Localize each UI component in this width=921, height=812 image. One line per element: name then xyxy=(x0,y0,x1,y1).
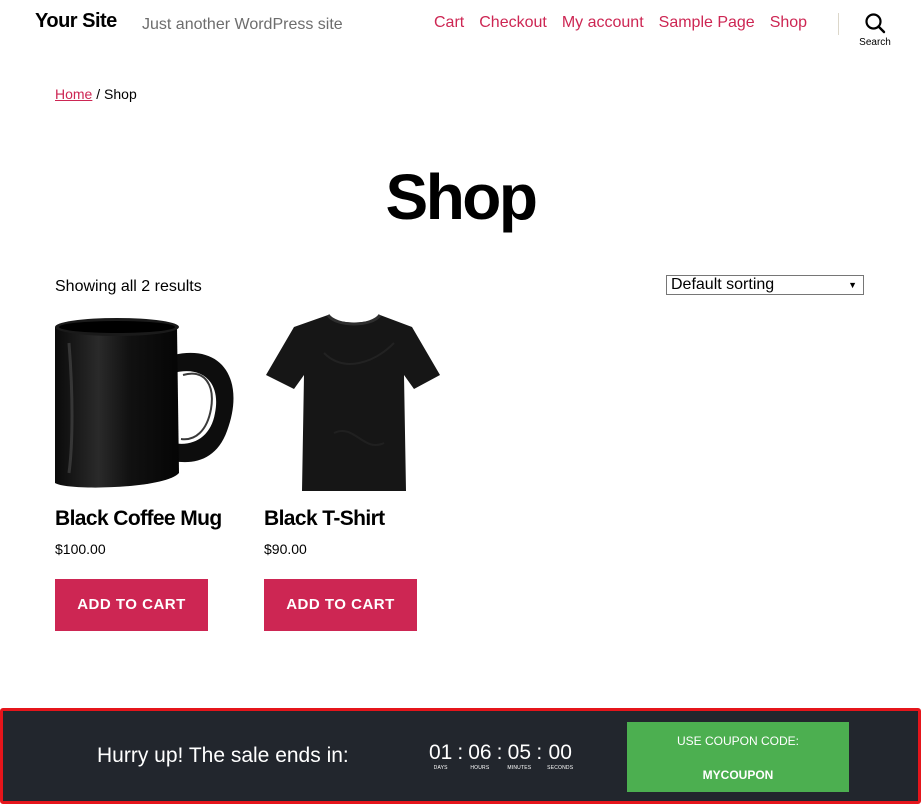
breadcrumb-separator: / xyxy=(92,86,105,102)
countdown-hours: 06 HOURS xyxy=(468,741,492,772)
coupon-code: MYCOUPON xyxy=(702,768,774,782)
result-count: Showing all 2 results xyxy=(55,278,202,295)
nav-item-sample-page[interactable]: Sample Page xyxy=(659,14,755,32)
product-title[interactable]: Black Coffee Mug xyxy=(55,507,222,531)
countdown-separator: : xyxy=(536,741,543,764)
breadcrumb-home-link[interactable]: Home xyxy=(55,86,92,102)
product-price: $100.00 xyxy=(55,541,106,557)
mug-icon xyxy=(55,318,234,488)
countdown-minutes-label: MINUTES xyxy=(507,765,532,771)
sale-message: Hurry up! The sale ends in: xyxy=(97,744,349,767)
coupon-code-button[interactable]: USE COUPON CODE: MYCOUPON xyxy=(627,722,849,792)
countdown-seconds-label: SECONDS xyxy=(547,765,574,771)
countdown-separator: : xyxy=(457,741,464,764)
countdown-separator: : xyxy=(496,741,503,764)
product-price: $90.00 xyxy=(264,541,307,557)
sale-countdown-bar: Hurry up! The sale ends in: 01 DAYS : 06… xyxy=(0,708,921,804)
countdown-seconds-value: 00 xyxy=(548,741,572,764)
breadcrumb: Home / Shop xyxy=(55,86,137,102)
site-tagline: Just another WordPress site xyxy=(142,16,343,33)
page-title: Shop xyxy=(385,161,538,233)
countdown-timer: 01 DAYS : 06 HOURS : 05 MINUTES : 00 SEC… xyxy=(429,741,574,772)
countdown-days-value: 01 xyxy=(429,741,453,764)
nav-item-cart[interactable]: Cart xyxy=(434,14,464,32)
dropdown-arrow-icon: ▼ xyxy=(848,280,857,290)
nav-divider xyxy=(838,13,839,35)
mug-image[interactable] xyxy=(55,313,235,493)
tshirt-image[interactable] xyxy=(264,313,444,493)
countdown-seconds: 00 SECONDS xyxy=(547,741,574,772)
nav-item-shop[interactable]: Shop xyxy=(770,14,807,32)
add-to-cart-button[interactable]: ADD TO CART xyxy=(55,579,208,631)
sort-selected-value: Default sorting xyxy=(671,276,775,293)
countdown-days: 01 DAYS xyxy=(429,741,453,772)
breadcrumb-current: Shop xyxy=(104,86,137,102)
tshirt-icon xyxy=(266,313,440,491)
countdown-minutes: 05 MINUTES xyxy=(507,741,532,772)
primary-nav: Cart Checkout My account Sample Page Sho… xyxy=(434,14,807,32)
add-to-cart-button[interactable]: ADD TO CART xyxy=(264,579,417,631)
nav-item-checkout[interactable]: Checkout xyxy=(479,14,547,32)
countdown-minutes-value: 05 xyxy=(507,741,532,764)
search-icon xyxy=(865,13,886,34)
site-title-link[interactable]: Your Site xyxy=(35,10,117,33)
product-card: Black Coffee Mug $100.00 ADD TO CART xyxy=(55,313,235,631)
search-label: Search xyxy=(859,37,891,48)
product-card: Black T-Shirt $90.00 ADD TO CART xyxy=(264,313,444,631)
sort-select[interactable]: Default sorting ▼ xyxy=(666,275,864,295)
countdown-hours-value: 06 xyxy=(468,741,492,764)
countdown-hours-label: HOURS xyxy=(470,765,490,771)
search-toggle-button[interactable]: Search xyxy=(855,12,895,48)
nav-item-my-account[interactable]: My account xyxy=(562,14,644,32)
countdown-days-label: DAYS xyxy=(433,765,448,771)
product-title[interactable]: Black T-Shirt xyxy=(264,507,385,531)
coupon-label: USE COUPON CODE: xyxy=(676,734,799,748)
